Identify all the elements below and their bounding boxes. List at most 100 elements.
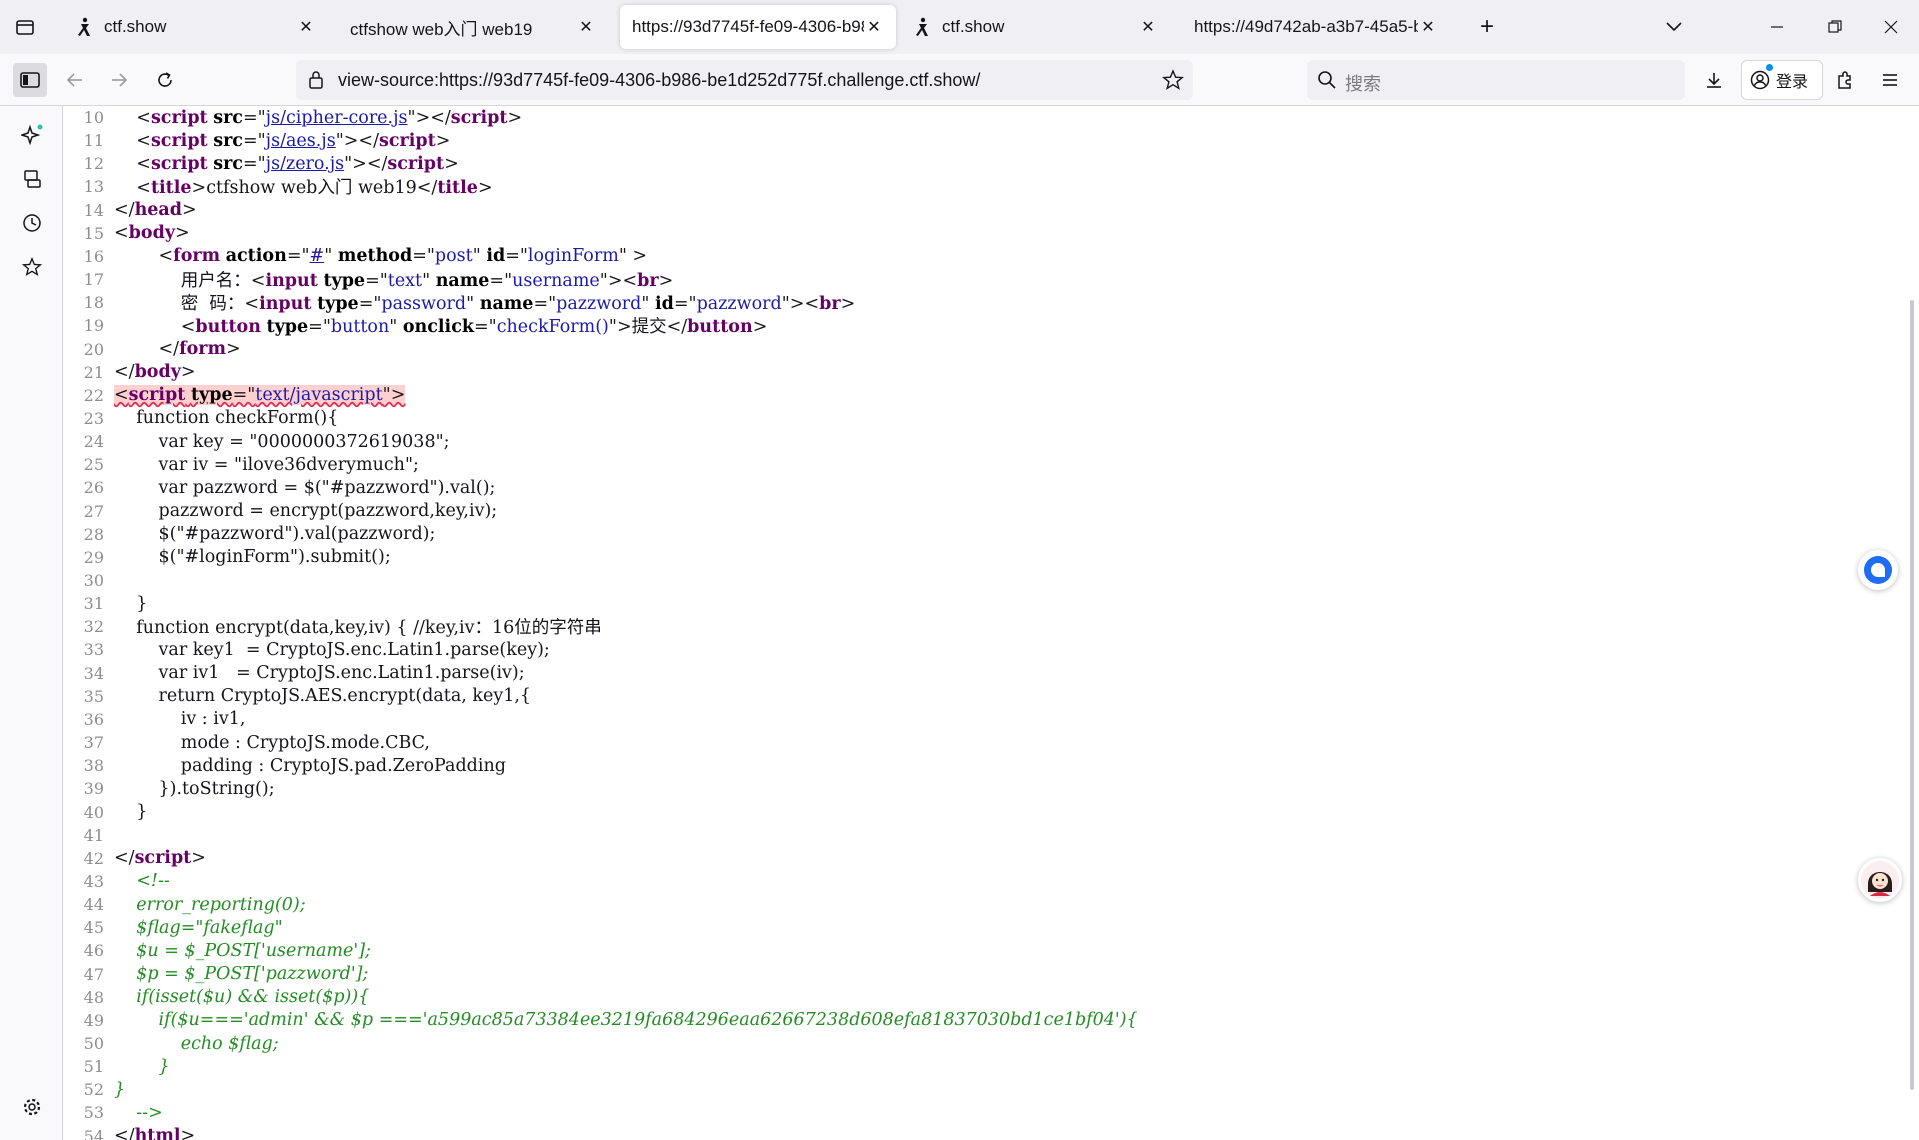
source-code: <script src="js/cipher-core.js"></script… — [114, 108, 522, 128]
close-window-icon[interactable] — [1876, 12, 1906, 42]
source-token: }).toString(); — [114, 778, 275, 799]
ai-chatbot-icon[interactable] — [15, 118, 49, 152]
downloads-icon[interactable] — [1697, 63, 1731, 97]
sidebar — [0, 106, 63, 1140]
close-icon[interactable]: ✕ — [296, 17, 316, 37]
source-line: 48 if(isset($u) && isset($p)){ — [64, 986, 370, 1009]
new-tab-icon[interactable]: + — [1472, 12, 1502, 42]
source-line: 34 var iv1 = CryptoJS.enc.Latin1.parse(i… — [64, 662, 525, 685]
source-code: </body> — [114, 362, 196, 382]
source-token: < — [114, 246, 174, 267]
extensions-icon[interactable] — [1828, 63, 1862, 97]
tab-other-challenge[interactable]: https://49d742ab-a3b7-45a5-b2 ✕ — [1182, 5, 1450, 49]
back-icon[interactable] — [58, 63, 92, 97]
source-token: title — [437, 178, 478, 199]
line-number: 53 — [83, 1103, 104, 1123]
source-token: } — [114, 593, 148, 614]
url-text[interactable]: view-source:https://93d7745f-fe09-4306-b… — [338, 70, 980, 91]
source-token — [114, 154, 136, 174]
lock-icon[interactable] — [308, 70, 324, 95]
menu-icon[interactable] — [1873, 63, 1907, 97]
source-token: var iv1 = CryptoJS.enc.Latin1.parse(iv); — [114, 663, 525, 684]
address-bar[interactable]: view-source:https://93d7745f-fe09-4306-b… — [296, 60, 1193, 100]
source-token: script — [150, 107, 208, 128]
source-line: 27 pazzword = encrypt(pazzword,key,iv); — [64, 500, 498, 523]
source-token: </ — [114, 200, 135, 221]
source-code: var key = "0000000372619038"; — [114, 432, 450, 452]
line-number: 37 — [83, 733, 104, 753]
source-link[interactable]: js/aes.js — [266, 131, 336, 151]
line-number: 29 — [83, 547, 104, 567]
search-input[interactable]: 搜索 — [1307, 60, 1685, 100]
chevron-down-icon[interactable] — [1659, 12, 1689, 42]
sidebar-toggle-icon[interactable] — [13, 63, 47, 97]
source-link[interactable]: js/cipher-core.js — [266, 108, 408, 128]
restore-icon[interactable] — [1820, 12, 1850, 42]
source-token: input — [259, 294, 312, 315]
close-icon[interactable]: ✕ — [576, 17, 596, 37]
source-token: >ctfshow web入门 web19</ — [191, 178, 438, 199]
chat-bubble-icon — [1863, 555, 1893, 585]
scrollbar-thumb[interactable] — [1910, 300, 1914, 1090]
line-number: 33 — [83, 640, 104, 660]
source-token: =" — [358, 294, 382, 315]
tab-list-icon[interactable] — [10, 12, 40, 42]
line-number: 46 — [83, 941, 104, 961]
source-token: checkForm() — [496, 317, 609, 338]
source-token: $("#pazzword").val(pazzword); — [114, 524, 436, 545]
source-link[interactable]: # — [310, 246, 325, 266]
tab-ctfshow-1[interactable]: ctf.show ✕ — [62, 5, 328, 49]
line-number: 20 — [83, 339, 104, 359]
source-link[interactable]: text/javascript — [255, 385, 383, 406]
history-icon[interactable] — [15, 206, 49, 240]
source-token: name — [479, 294, 534, 315]
source-token: " — [466, 294, 480, 315]
bookmark-star-icon[interactable] — [1161, 69, 1185, 96]
forward-icon[interactable] — [102, 63, 136, 97]
close-icon[interactable]: ✕ — [1138, 17, 1158, 37]
line-number: 32 — [83, 617, 104, 637]
line-number: 17 — [83, 270, 104, 290]
source-token: " — [422, 271, 436, 292]
tab-ctfshow-web19[interactable]: ctfshow web入门 web19 ✕ — [338, 5, 608, 49]
source-line: 50 echo $flag; — [64, 1032, 279, 1055]
close-icon[interactable]: ✕ — [864, 17, 884, 37]
minimize-icon[interactable] — [1762, 12, 1792, 42]
source-token: script — [128, 385, 186, 406]
reload-icon[interactable] — [148, 63, 182, 97]
tab-view-source-active[interactable]: https://93d7745f-fe09-4306-b98 ✕ — [620, 5, 896, 49]
tab-strip: ctf.show ✕ ctfshow web入门 web19 ✕ https:/… — [0, 0, 1919, 54]
synced-tabs-icon[interactable] — [15, 162, 49, 196]
source-code: } — [114, 1080, 125, 1100]
source-link[interactable]: js/zero.js — [266, 154, 344, 174]
source-line: 46 $u = $_POST['username']; — [64, 939, 371, 962]
source-token: =" — [242, 107, 266, 128]
source-line: 15 <body> — [64, 222, 190, 245]
source-code: $("#loginForm").submit(); — [114, 547, 391, 567]
line-number: 40 — [83, 802, 104, 822]
bookmarks-icon[interactable] — [15, 250, 49, 284]
line-number: 30 — [83, 571, 104, 590]
source-token: body — [128, 223, 175, 244]
line-number: 11 — [83, 131, 104, 151]
source-token: error_reporting(0); — [114, 894, 306, 915]
floating-chat-button[interactable] — [1858, 550, 1898, 590]
source-code: pazzword = encrypt(pazzword,key,iv); — [114, 501, 498, 521]
source-token: " — [472, 246, 487, 267]
line-number: 25 — [83, 455, 104, 475]
source-line: 44 error_reporting(0); — [64, 893, 306, 916]
account-login-button[interactable]: 登录 — [1741, 60, 1823, 100]
source-code: var pazzword = $("#pazzword").val(); — [114, 478, 496, 498]
source-code: var key1 = CryptoJS.enc.Latin1.parse(key… — [114, 640, 550, 660]
source-token: </ — [114, 339, 180, 359]
source-line: 30 — [64, 569, 114, 592]
source-token: "> — [382, 385, 406, 406]
source-code: function encrypt(data,key,iv) { //key,iv… — [114, 614, 602, 639]
source-token: script — [150, 130, 208, 151]
tab-ctfshow-2[interactable]: ctf.show ✕ — [900, 5, 1170, 49]
settings-gear-icon[interactable] — [15, 1090, 49, 1124]
floating-assistant-avatar[interactable] — [1858, 858, 1902, 902]
ctfshow-favicon-icon — [74, 16, 96, 38]
close-icon[interactable]: ✕ — [1418, 17, 1438, 37]
source-token: "></ — [344, 153, 388, 174]
